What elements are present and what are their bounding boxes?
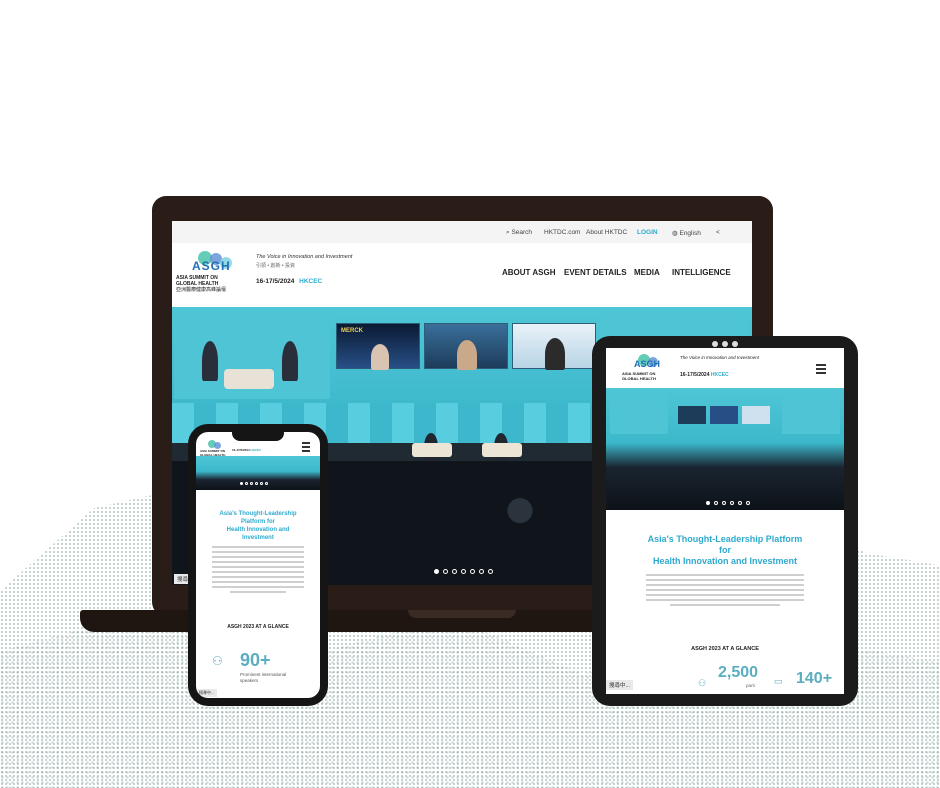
search-icon: ⌕ bbox=[506, 229, 510, 236]
speakers-icon: ⚇ bbox=[212, 654, 223, 668]
laptop-notch bbox=[408, 610, 516, 618]
menu-icon[interactable] bbox=[302, 442, 310, 454]
tablet-screen: ASGH ASIA SUMMIT ON GLOBAL HEALTH The Vo… bbox=[606, 348, 844, 694]
phone-headline: Asia's Thought-Leadership Platform for H… bbox=[219, 511, 297, 541]
phone-notch bbox=[232, 432, 284, 441]
video-panel-speaker-2 bbox=[512, 323, 596, 370]
site-header: ASGH ASIA SUMMIT ON GLOBAL HEALTH 亞洲醫療健康… bbox=[172, 243, 752, 305]
monitor-icon: ▭ bbox=[774, 676, 783, 686]
globe-icon: ◍ bbox=[672, 230, 678, 237]
video-panel-sponsor: MERCK bbox=[336, 323, 420, 370]
phone-hero[interactable] bbox=[196, 456, 320, 490]
tablet-asgh-logo[interactable]: ASGH ASIA SUMMIT ON GLOBAL HEALTH bbox=[622, 354, 682, 388]
event-dates: 16-17/5/2024 HKCEC bbox=[256, 278, 323, 285]
phone-stat-speakers: 90+ bbox=[240, 650, 271, 670]
tablet-intro-text bbox=[646, 574, 804, 609]
phone-screen: ASIA SUMMIT ON GLOBAL HEALTH 16-17/5/202… bbox=[196, 432, 320, 698]
hktdc-link[interactable]: HKTDC.com bbox=[544, 229, 580, 236]
tablet-stat-participants: 2,500 bbox=[718, 664, 759, 681]
tablet-hero[interactable] bbox=[606, 388, 844, 510]
nav-event-details[interactable]: EVENT DETAILS bbox=[564, 268, 627, 277]
phone-glance-title: ASGH 2023 AT A GLANCE bbox=[227, 624, 289, 630]
about-hktdc-link[interactable]: About HKTDC bbox=[586, 229, 627, 236]
tablet-stat-third: 140+ bbox=[796, 670, 833, 687]
asgh-logo[interactable]: ASGH ASIA SUMMIT ON GLOBAL HEALTH 亞洲醫療健康… bbox=[176, 251, 246, 297]
share-icon[interactable]: < bbox=[716, 229, 720, 236]
tablet-headline: Asia's Thought-Leadership Platform for H… bbox=[647, 534, 803, 566]
stage-screen-left bbox=[174, 311, 330, 399]
people-icon: ⚇ bbox=[698, 678, 707, 688]
nav-about-asgh[interactable]: ABOUT ASGH bbox=[502, 268, 555, 277]
login-link[interactable]: LOGIN bbox=[637, 229, 658, 236]
video-panel-speaker bbox=[424, 323, 508, 370]
tagline-chinese: 引領 • 創新 • 投資 bbox=[256, 263, 296, 269]
search-link[interactable]: ⌕ Search bbox=[506, 229, 532, 237]
menu-icon[interactable] bbox=[816, 364, 826, 376]
carousel-dots[interactable] bbox=[434, 569, 493, 574]
nav-media[interactable]: MEDIA bbox=[634, 268, 660, 277]
nav-intelligence[interactable]: INTELLIGENCE bbox=[672, 268, 731, 277]
tagline: The Voice in Innovation and Investment bbox=[256, 254, 353, 260]
language-selector[interactable]: ◍ English bbox=[672, 229, 701, 237]
phone-intro-text bbox=[212, 546, 304, 596]
utility-bar: ⌕ Search HKTDC.com About HKTDC LOGIN ◍ E… bbox=[172, 221, 752, 243]
tablet-glance-title: ASGH 2023 AT A GLANCE bbox=[691, 646, 759, 652]
